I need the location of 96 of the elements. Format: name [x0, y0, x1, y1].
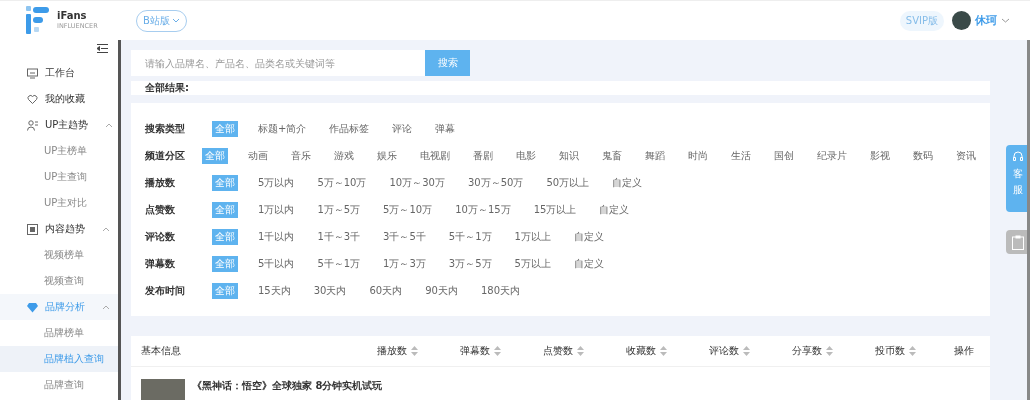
filter-option[interactable]: 1万～5万 — [314, 201, 364, 218]
filter-option[interactable]: 资讯 — [953, 147, 979, 164]
diamond-icon — [27, 301, 38, 313]
filter-label: 评论数 — [145, 229, 176, 244]
filter-option[interactable]: 番剧 — [470, 147, 496, 164]
clipboard-icon — [1012, 234, 1024, 250]
chevron-down-icon[interactable] — [1001, 18, 1010, 23]
filter-option[interactable]: 动画 — [245, 147, 271, 164]
filter-option[interactable]: 自定义 — [609, 174, 646, 191]
filter-label: 点赞数 — [145, 202, 176, 217]
sidebar-subitem[interactable]: UP主查询 — [0, 164, 118, 190]
search-field[interactable]: 请输入品牌名、产品名、品类名或关键词等 — [131, 50, 425, 76]
vip-badge: SVIP版 — [899, 10, 944, 31]
filter-option[interactable]: 1万以内 — [255, 201, 298, 218]
column-header[interactable]: 分享数 — [771, 344, 854, 358]
filter-option[interactable]: 5万～10万 — [314, 174, 370, 191]
filter-option[interactable]: 1千以内 — [255, 228, 298, 245]
video-title[interactable]: 《黑神话：悟空》全球独家 8分钟实机试玩 — [192, 379, 383, 393]
filter-option[interactable]: 30天内 — [310, 282, 350, 299]
sidebar-item[interactable]: 工作台 — [0, 60, 118, 86]
filter-option[interactable]: 50万以上 — [543, 174, 593, 191]
filter-option[interactable]: 15万以上 — [530, 201, 580, 218]
logo-icon — [26, 5, 50, 36]
avatar[interactable] — [952, 11, 971, 30]
filter-option[interactable]: 10万～15万 — [452, 201, 514, 218]
monitor-icon — [27, 67, 38, 79]
headset-icon — [1012, 151, 1024, 163]
filter-option[interactable]: 1万～3万 — [380, 255, 429, 272]
filter-option[interactable]: 15天内 — [255, 282, 294, 299]
filter-option[interactable]: 纪录片 — [814, 147, 850, 164]
column-header[interactable]: 播放数 — [356, 344, 439, 358]
filter-option[interactable]: 5万～10万 — [380, 201, 436, 218]
column-header: 基本信息 — [140, 344, 182, 358]
filter-option[interactable]: 90天内 — [422, 282, 461, 299]
filter-label: 播放数 — [145, 175, 176, 190]
sidebar-item[interactable]: UP主趋势 — [0, 112, 118, 138]
filter-label: 频道分区 — [145, 148, 185, 163]
sidebar-item[interactable]: 我的收藏 — [0, 86, 118, 112]
filter-option[interactable]: 数码 — [910, 147, 936, 164]
filter-option[interactable]: 鬼畜 — [599, 147, 625, 164]
sidebar-subitem[interactable]: 品牌查询 — [0, 372, 118, 398]
filter-option[interactable]: 180天内 — [477, 282, 524, 299]
filter-option[interactable]: 5千～1万 — [445, 228, 495, 245]
filter-option[interactable]: 知识 — [556, 147, 582, 164]
filter-option[interactable]: 生活 — [728, 147, 754, 164]
filter-option[interactable]: 电影 — [513, 147, 539, 164]
filter-label: 弹幕数 — [145, 256, 176, 271]
filter-option[interactable]: 5千以内 — [255, 255, 298, 272]
filter-option[interactable]: 弹幕 — [432, 120, 459, 137]
filter-option[interactable]: 1万以上 — [511, 228, 554, 245]
user-icon — [27, 119, 38, 131]
filter-option[interactable]: 1千～3千 — [314, 228, 364, 245]
collapse-menu-icon[interactable] — [97, 44, 108, 53]
screen-icon — [27, 223, 38, 235]
heart-icon — [27, 93, 38, 105]
video-thumbnail — [141, 379, 185, 400]
sidebar-item[interactable]: 内容趋势 — [0, 216, 118, 242]
filter-option[interactable]: 60天内 — [366, 282, 406, 299]
chevron-down-icon — [171, 18, 180, 23]
filter-option[interactable]: 时尚 — [685, 147, 711, 164]
filter-option[interactable]: 娱乐 — [374, 147, 400, 164]
filter-option[interactable]: 标题+简介 — [255, 120, 310, 137]
filter-label: 搜索类型 — [145, 121, 186, 136]
brand-name: iFans — [57, 11, 88, 22]
filter-option[interactable]: 3千～5千 — [380, 228, 429, 245]
filter-option[interactable]: 评论 — [389, 120, 416, 137]
column-header: 操作 — [952, 344, 975, 358]
filter-option[interactable]: 电视剧 — [417, 147, 453, 164]
filter-option[interactable]: 5万以上 — [511, 255, 554, 272]
filter-option[interactable]: 5万以内 — [255, 174, 298, 191]
sidebar-subitem[interactable]: 品牌榜单 — [0, 320, 118, 346]
filter-option[interactable]: 游戏 — [331, 147, 357, 164]
filter-option[interactable]: 10万～30万 — [386, 174, 448, 191]
clipboard-button[interactable] — [1006, 230, 1030, 254]
column-header[interactable]: 投币数 — [854, 344, 937, 358]
filter-label: 发布时间 — [145, 283, 186, 298]
column-header[interactable]: 弹幕数 — [439, 344, 522, 358]
sidebar-subitem[interactable]: 视频榜单 — [0, 242, 118, 268]
results-label: 全部结果: — [145, 81, 189, 95]
sidebar-subitem[interactable]: UP主对比 — [0, 190, 118, 216]
column-header[interactable]: 点赞数 — [522, 344, 605, 358]
filter-option[interactable]: 作品标签 — [326, 120, 373, 137]
filter-option[interactable]: 国创 — [771, 147, 797, 164]
filter-option[interactable]: 音乐 — [288, 147, 314, 164]
filter-option[interactable]: 自定义 — [570, 255, 607, 272]
column-header[interactable]: 评论数 — [688, 344, 771, 358]
filter-option[interactable]: 30万～50万 — [464, 174, 527, 191]
filter-option[interactable]: 影视 — [867, 147, 893, 164]
filter-option[interactable]: 自定义 — [570, 228, 607, 245]
filter-option[interactable]: 舞蹈 — [642, 147, 668, 164]
column-header[interactable]: 收藏数 — [605, 344, 688, 358]
filter-option[interactable]: 自定义 — [596, 201, 633, 218]
filter-option[interactable]: 3万～5万 — [445, 255, 495, 272]
sidebar-subitem[interactable]: UP主榜单 — [0, 138, 118, 164]
sidebar-subitem[interactable]: 视频查询 — [0, 268, 118, 294]
filter-option[interactable]: 5千～1万 — [314, 255, 364, 272]
